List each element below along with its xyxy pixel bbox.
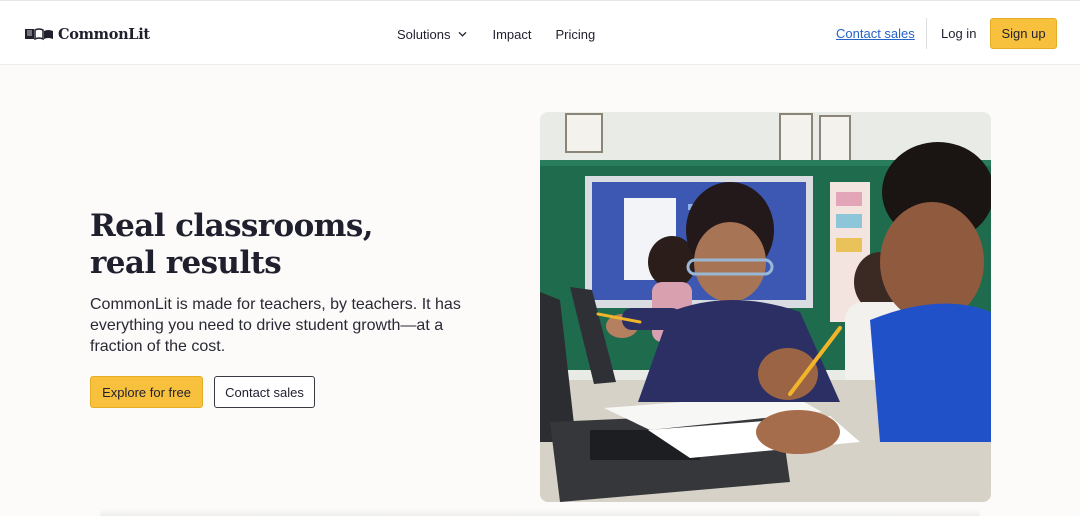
login-link[interactable]: Log in xyxy=(941,25,976,43)
hero-classroom-photo xyxy=(540,112,991,502)
hero-title: Real classrooms, real results xyxy=(90,208,490,282)
nav-solutions[interactable]: Solutions xyxy=(397,25,467,43)
nav-pricing[interactable]: Pricing xyxy=(556,25,596,43)
nav-impact-label: Impact xyxy=(492,26,532,42)
hero-description: CommonLit is made for teachers, by teach… xyxy=(90,296,461,355)
hero-title-line-2: real results xyxy=(90,245,282,281)
classroom-illustration xyxy=(540,112,991,502)
hero-title-line-1: Real classrooms, xyxy=(90,208,374,244)
contact-sales-button[interactable]: Contact sales xyxy=(214,376,315,408)
section-edge xyxy=(100,508,980,516)
nav-impact[interactable]: Impact xyxy=(492,25,531,43)
main-nav: Solutions Impact Pricing xyxy=(397,25,595,43)
nav-solutions-label: Solutions xyxy=(397,26,451,42)
signup-button[interactable]: Sign up xyxy=(990,18,1057,49)
explore-for-free-button[interactable]: Explore for free xyxy=(90,376,203,408)
book-logo-icon xyxy=(25,28,53,41)
contact-sales-link[interactable]: Contact sales xyxy=(836,25,915,43)
logo-text: CommonLit xyxy=(58,25,150,43)
chevron-down-icon xyxy=(459,31,467,37)
commonlit-logo[interactable]: CommonLit xyxy=(24,24,150,44)
site-header: CommonLit Solutions Impact Pricing Conta… xyxy=(0,0,1080,65)
nav-pricing-label: Pricing xyxy=(555,26,596,42)
header-divider xyxy=(926,18,927,49)
